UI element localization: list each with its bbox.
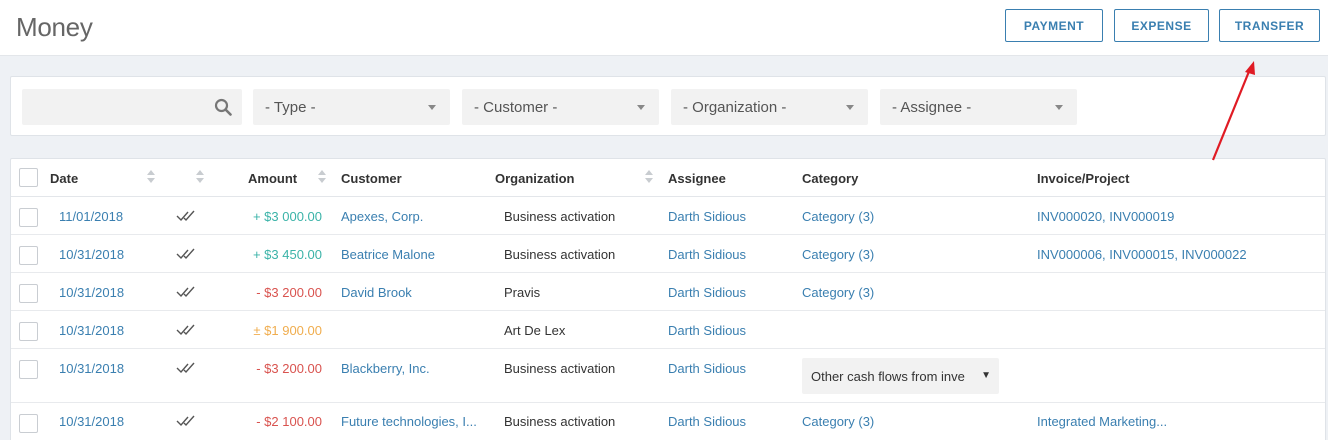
caret-down-icon: ▼ [981,370,991,381]
double-check-icon [176,248,195,260]
chevron-down-icon [637,105,645,110]
table-row[interactable]: 10/31/2018 + $3 450.00 Beatrice Malone B… [11,235,1325,273]
customer-filter[interactable]: - Customer - [462,89,659,125]
table-header: Date Amount Customer Organization Assign… [11,159,1325,197]
row-organization: Pravis [504,285,541,300]
row-category[interactable]: Category (3) [802,414,874,429]
money-table: Date Amount Customer Organization Assign… [10,158,1326,440]
row-organization: Business activation [504,414,616,429]
row-customer[interactable]: Blackberry, Inc. [341,361,430,376]
row-amount: ± $1 900.00 [253,323,322,338]
table-row[interactable]: 10/31/2018 ± $1 900.00 Art De Lex Darth … [11,311,1325,349]
row-date[interactable]: 11/01/2018 [59,209,123,224]
chevron-down-icon [846,105,854,110]
column-category[interactable]: Category [802,171,858,186]
payment-button[interactable]: PAYMENT [1005,9,1103,42]
assignee-filter-label: - Assignee - [892,98,972,116]
row-assignee[interactable]: Darth Sidious [668,414,746,429]
row-invoice[interactable]: INV000020, INV000019 [1037,209,1174,224]
row-customer[interactable]: Future technologies, I... [341,414,491,429]
double-check-icon [176,324,195,336]
row-category[interactable]: Category (3) [802,247,874,262]
row-organization: Business activation [504,247,616,262]
expense-button[interactable]: EXPENSE [1114,9,1209,42]
row-assignee[interactable]: Darth Sidious [668,285,746,300]
search-box [22,89,242,125]
row-date[interactable]: 10/31/2018 [59,323,124,338]
column-customer[interactable]: Customer [341,171,402,186]
assignee-filter[interactable]: - Assignee - [880,89,1077,125]
category-select[interactable]: Other cash flows from inve ▼ [802,358,999,394]
table-row[interactable]: 10/31/2018 - $3 200.00 Blackberry, Inc. … [11,349,1325,403]
organization-filter-label: - Organization - [683,98,787,116]
row-assignee[interactable]: Darth Sidious [668,209,746,224]
row-checkbox[interactable] [19,322,38,341]
row-invoice[interactable]: INV000006, INV000015, INV000022 [1037,247,1247,262]
row-category[interactable]: Category (3) [802,209,874,224]
row-customer[interactable]: David Brook [341,285,412,300]
row-category[interactable]: Category (3) [802,285,874,300]
page-header: Money PAYMENT EXPENSE TRANSFER [0,0,1328,56]
double-check-icon [176,362,195,374]
select-all-checkbox[interactable] [19,168,38,187]
row-date[interactable]: 10/31/2018 [59,247,124,262]
row-checkbox[interactable] [19,208,38,227]
row-checkbox[interactable] [19,414,38,433]
sort-icon[interactable] [318,170,326,186]
search-icon[interactable] [214,98,232,116]
chevron-down-icon [428,105,436,110]
category-select-value: Other cash flows from inve [811,368,965,384]
type-filter[interactable]: - Type - [253,89,450,125]
row-amount: - $3 200.00 [256,361,322,376]
double-check-icon [176,415,195,427]
filter-panel: - Type - - Customer - - Organization - -… [10,76,1326,136]
organization-filter[interactable]: - Organization - [671,89,868,125]
row-organization: Business activation [504,361,616,376]
row-assignee[interactable]: Darth Sidious [668,247,746,262]
table-row[interactable]: 11/01/2018 + $3 000.00 Apexes, Corp. Bus… [11,197,1325,235]
row-checkbox[interactable] [19,246,38,265]
table-row[interactable]: 10/31/2018 - $2 100.00 Future technologi… [11,403,1325,440]
double-check-icon [176,210,195,222]
type-filter-label: - Type - [265,98,316,116]
row-checkbox[interactable] [19,360,38,379]
search-input[interactable] [22,89,242,125]
row-amount: + $3 450.00 [252,247,322,262]
column-assignee[interactable]: Assignee [668,171,726,186]
row-amount: - $2 100.00 [256,414,322,429]
row-organization: Art De Lex [504,323,566,338]
customer-filter-label: - Customer - [474,98,558,116]
row-date[interactable]: 10/31/2018 [59,361,124,376]
column-amount[interactable]: Amount [248,171,297,186]
column-organization[interactable]: Organization [495,171,574,186]
sort-icon[interactable] [147,170,155,186]
double-check-icon [176,286,195,298]
row-amount: - $3 200.00 [256,285,322,300]
row-checkbox[interactable] [19,284,38,303]
transfer-button[interactable]: TRANSFER [1219,9,1320,42]
row-amount: + $3 000.00 [252,209,322,224]
chevron-down-icon [1055,105,1063,110]
row-date[interactable]: 10/31/2018 [59,414,124,429]
page-title: Money [16,12,93,42]
sort-icon[interactable] [196,170,204,186]
table-row[interactable]: 10/31/2018 - $3 200.00 David Brook Pravi… [11,273,1325,311]
column-date[interactable]: Date [50,171,78,186]
row-date[interactable]: 10/31/2018 [59,285,124,300]
row-customer[interactable]: Apexes, Corp. [341,209,423,224]
column-invoice-project[interactable]: Invoice/Project [1037,171,1129,186]
sort-icon[interactable] [645,170,653,186]
row-invoice[interactable]: Integrated Marketing... [1037,414,1167,429]
row-customer[interactable]: Beatrice Malone [341,247,435,262]
row-organization: Business activation [504,209,616,224]
row-assignee[interactable]: Darth Sidious [668,361,746,376]
row-assignee[interactable]: Darth Sidious [668,323,746,338]
